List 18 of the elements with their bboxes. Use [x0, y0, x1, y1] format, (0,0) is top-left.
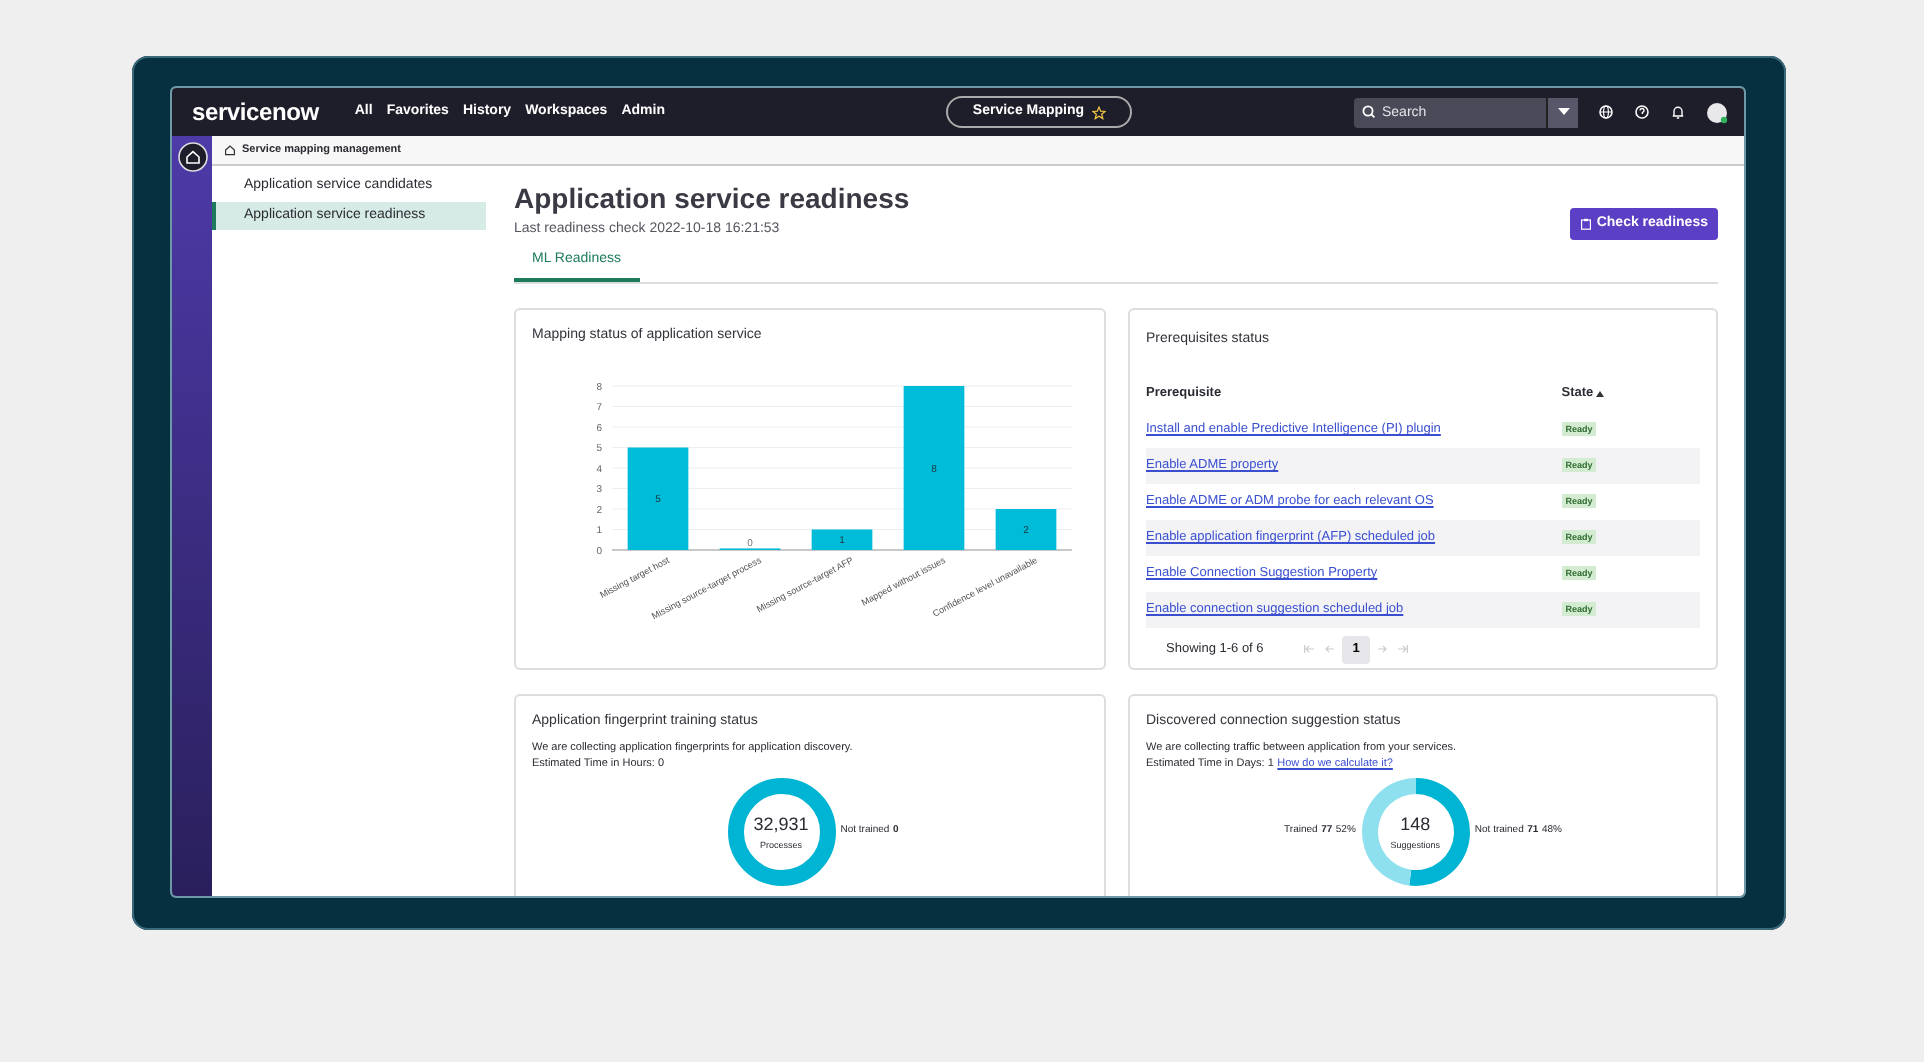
- bar: [995, 509, 1057, 551]
- avatar-icon[interactable]: [1706, 101, 1728, 123]
- sort-up-icon: [1596, 389, 1605, 398]
- dropdown-button[interactable]: [1546, 97, 1578, 127]
- servicenow-logo[interactable]: servicenow: [192, 94, 319, 130]
- bell-icon[interactable]: [1670, 104, 1686, 120]
- help-icon[interactable]: [1634, 104, 1650, 120]
- center-value: 148: [1398, 811, 1433, 838]
- star-icon[interactable]: [1092, 105, 1107, 119]
- bar: [811, 529, 873, 551]
- donut-ring: [727, 778, 835, 887]
- caret-icon: [1557, 108, 1569, 116]
- globe-icon[interactable]: [1598, 104, 1614, 120]
- center-value: 32,931: [753, 811, 809, 838]
- page-title: Application service readiness: [514, 182, 910, 216]
- clipboard-icon: [1580, 218, 1593, 231]
- bar: [627, 447, 689, 551]
- home-icon[interactable]: [224, 144, 236, 156]
